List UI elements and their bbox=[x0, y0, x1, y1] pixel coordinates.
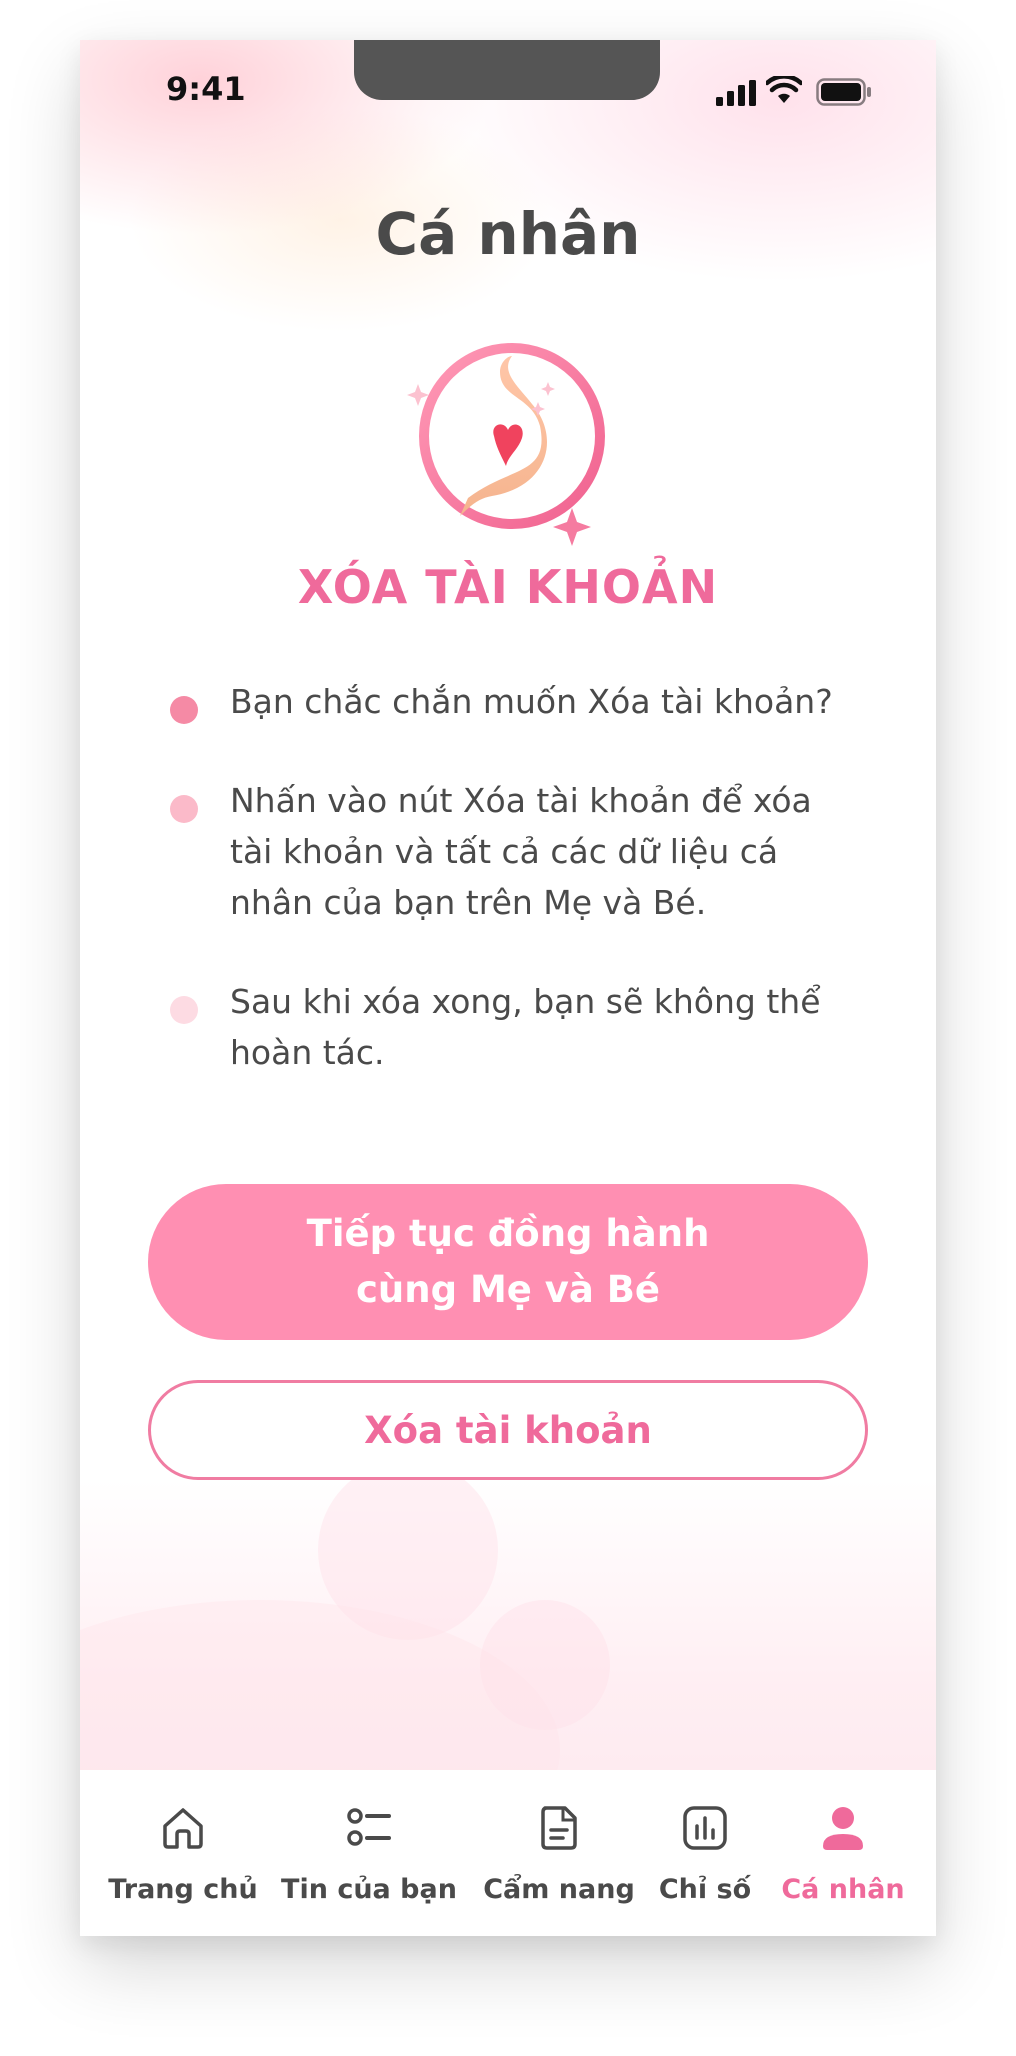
tab-home-label: Trang chủ bbox=[108, 1874, 258, 1905]
list-item: Nhấn vào nút Xóa tài khoản để xóa tài kh… bbox=[170, 775, 860, 928]
continue-button[interactable]: Tiếp tục đồng hành cùng Mẹ và Bé bbox=[148, 1184, 868, 1340]
phone-screen: 9:41 Cá nhân XÓA TÀI KHOẢN Bạn chắc chắn… bbox=[80, 40, 936, 1936]
tab-profile-label: Cá nhân bbox=[781, 1874, 905, 1905]
home-icon bbox=[163, 1808, 203, 1849]
status-bar: 9:41 bbox=[80, 40, 936, 140]
tab-handbook-label: Cẩm nang bbox=[483, 1874, 635, 1905]
bullet-text: Nhấn vào nút Xóa tài khoản để xóa tài kh… bbox=[230, 781, 812, 922]
document-icon bbox=[541, 1806, 577, 1850]
bullet-dot bbox=[170, 696, 198, 724]
wifi-icon bbox=[766, 76, 802, 103]
battery-icon bbox=[816, 78, 871, 106]
bullet-dot bbox=[170, 996, 198, 1024]
tab-your-news[interactable]: Tin của bạn bbox=[276, 1770, 462, 1936]
tab-handbook[interactable]: Cẩm nang bbox=[466, 1770, 652, 1936]
section-title: XÓA TÀI KHOẢN bbox=[297, 560, 719, 614]
user-icon bbox=[823, 1807, 863, 1850]
cellular-signal-icon bbox=[716, 80, 756, 106]
delete-account-button[interactable]: Xóa tài khoản bbox=[148, 1380, 868, 1480]
bottom-tab-bar: Trang chủ Tin của bạn Cẩm nang Chỉ số Cá… bbox=[80, 1770, 936, 1936]
chart-icon bbox=[683, 1806, 727, 1850]
bullet-dot bbox=[170, 795, 198, 823]
warning-list: Bạn chắc chắn muốn Xóa tài khoản? Nhấn v… bbox=[170, 676, 860, 1126]
list-item: Sau khi xóa xong, bạn sẽ không thể hoàn … bbox=[170, 976, 860, 1078]
device-notch bbox=[354, 40, 660, 100]
bullet-text: Sau khi xóa xong, bạn sẽ không thể hoàn … bbox=[230, 982, 821, 1072]
tab-home[interactable]: Trang chủ bbox=[100, 1770, 266, 1936]
continue-button-label-line1: Tiếp tục đồng hành bbox=[306, 1212, 710, 1255]
tab-your-news-label: Tin của bạn bbox=[281, 1874, 457, 1905]
tab-metrics-label: Chỉ số bbox=[658, 1874, 752, 1905]
status-time: 9:41 bbox=[166, 70, 246, 108]
page-title: Cá nhân bbox=[375, 200, 641, 268]
list-item: Bạn chắc chắn muốn Xóa tài khoản? bbox=[170, 676, 860, 727]
list-icon bbox=[347, 1808, 391, 1846]
bullet-text: Bạn chắc chắn muốn Xóa tài khoản? bbox=[230, 682, 833, 721]
tab-metrics[interactable]: Chỉ số bbox=[642, 1770, 768, 1936]
mother-baby-logo-icon bbox=[407, 343, 605, 546]
continue-button-label-line2: cùng Mẹ và Bé bbox=[355, 1268, 661, 1311]
tab-profile[interactable]: Cá nhân bbox=[770, 1770, 916, 1936]
